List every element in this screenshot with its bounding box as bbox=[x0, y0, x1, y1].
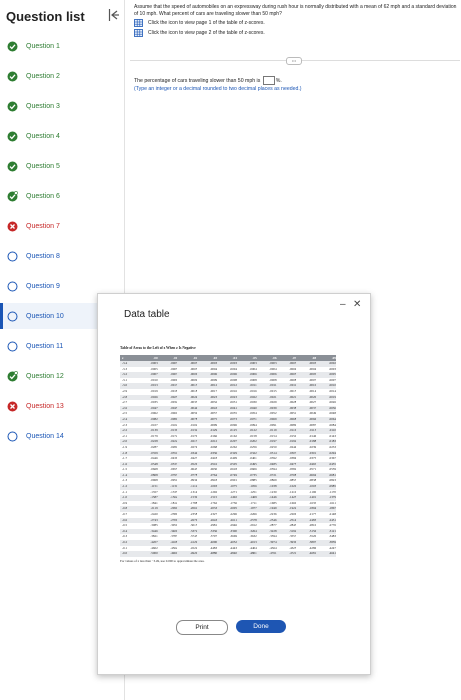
empty-circle-icon bbox=[7, 311, 18, 321]
ztable-page1-link[interactable]: Click the icon to view page 1 of the tab… bbox=[134, 19, 458, 28]
question-item-6[interactable]: Question 6 bbox=[0, 183, 124, 209]
question-item-3[interactable]: Question 3 bbox=[0, 93, 124, 119]
answer-prompt: The percentage of cars traveling slower … bbox=[134, 77, 261, 84]
table-footnote: For values of z less than −3.49, use 0.0… bbox=[120, 558, 205, 563]
area-cell: .4761 bbox=[269, 551, 277, 556]
ztable-page2-link[interactable]: Click the icon to view page 2 of the tab… bbox=[134, 29, 458, 38]
close-icon[interactable]: ✕ bbox=[353, 299, 361, 310]
question-item-label: Question 14 bbox=[26, 432, 64, 440]
check-circle-icon bbox=[7, 131, 18, 141]
check-circle-icon bbox=[7, 101, 18, 111]
table-row: -0.0 .5000 .4960 .4920 .4880 .4840 .4801 .4761.… bbox=[120, 551, 336, 557]
question-item-label: Question 12 bbox=[26, 372, 64, 380]
partial-check-icon bbox=[7, 370, 18, 381]
question-item-1[interactable]: Question 1 bbox=[0, 33, 124, 59]
question-item-label: Question 5 bbox=[26, 162, 60, 170]
question-item-label: Question 11 bbox=[26, 342, 64, 350]
area-cell: .4801 bbox=[249, 551, 257, 556]
question-item-label: Question 13 bbox=[26, 402, 64, 410]
question-item-label: Question 8 bbox=[26, 252, 60, 260]
question-item-4[interactable]: Question 4 bbox=[0, 123, 124, 149]
data-table-dialog: Data table – ✕ Table of Areas to the Lef… bbox=[97, 293, 371, 675]
area-cell: .5000 bbox=[150, 551, 158, 556]
z-score-table: Table of Areas to the Left of z When z I… bbox=[120, 346, 336, 564]
question-item-7[interactable]: Question 7 bbox=[0, 213, 124, 239]
table-body: -3.4.0003.0003.0003.0003.0003.0003.0003.… bbox=[120, 361, 336, 557]
empty-circle-icon bbox=[7, 431, 18, 441]
question-item-label: Question 4 bbox=[26, 132, 60, 140]
ztable-page1-label: Click the icon to view page 1 of the tab… bbox=[148, 19, 265, 26]
question-panel: Assume that the speed of automobiles on … bbox=[134, 4, 458, 38]
empty-circle-icon bbox=[7, 341, 18, 351]
question-item-label: Question 6 bbox=[26, 192, 60, 200]
area-cell: .4641 bbox=[328, 551, 336, 556]
answer-panel: The percentage of cars traveling slower … bbox=[134, 76, 454, 93]
sidebar-title: Question list bbox=[6, 9, 85, 24]
question-item-label: Question 1 bbox=[26, 42, 60, 50]
check-circle-icon bbox=[7, 161, 18, 171]
empty-circle-icon bbox=[7, 251, 18, 261]
error-circle-icon bbox=[7, 401, 18, 411]
area-cell: .4960 bbox=[170, 551, 178, 556]
question-item-label: Question 10 bbox=[26, 312, 64, 320]
question-item-label: Question 7 bbox=[26, 222, 60, 230]
dialog-title: Data table bbox=[124, 309, 170, 320]
answer-unit: %. bbox=[275, 77, 282, 84]
print-button[interactable]: Print bbox=[176, 620, 228, 635]
question-item-2[interactable]: Question 2 bbox=[0, 63, 124, 89]
check-circle-icon bbox=[7, 71, 18, 81]
area-cell: .4721 bbox=[289, 551, 297, 556]
minimize-icon[interactable]: – bbox=[340, 299, 346, 310]
table-title: Table of Areas to the Left of z When z I… bbox=[120, 346, 196, 350]
partial-check-icon bbox=[7, 190, 18, 201]
empty-circle-icon bbox=[7, 281, 18, 291]
question-item-5[interactable]: Question 5 bbox=[0, 153, 124, 179]
table-icon[interactable] bbox=[134, 29, 143, 38]
question-item-label: Question 2 bbox=[26, 72, 60, 80]
ztable-page2-label: Click the icon to view page 2 of the tab… bbox=[148, 29, 265, 36]
collapse-sidebar-icon[interactable] bbox=[108, 8, 120, 22]
question-item-label: Question 3 bbox=[26, 102, 60, 110]
area-cell: .4681 bbox=[309, 551, 317, 556]
answer-hint: (Type an integer or a decimal rounded to… bbox=[134, 86, 302, 92]
check-circle-icon bbox=[7, 41, 18, 51]
table-icon[interactable] bbox=[134, 19, 143, 28]
error-circle-icon bbox=[7, 221, 18, 231]
question-item-8[interactable]: Question 8 bbox=[0, 243, 124, 269]
done-button[interactable]: Done bbox=[236, 620, 286, 633]
question-item-label: Question 9 bbox=[26, 282, 60, 290]
area-cell: .4840 bbox=[229, 551, 237, 556]
area-cell: .4880 bbox=[209, 551, 218, 556]
divider-handle-icon[interactable]: ••• bbox=[286, 57, 302, 65]
question-text: Assume that the speed of automobiles on … bbox=[134, 4, 457, 17]
area-cell: .4920 bbox=[190, 551, 198, 556]
answer-input[interactable] bbox=[262, 76, 275, 85]
z-value-cell: -0.0 bbox=[122, 551, 128, 556]
